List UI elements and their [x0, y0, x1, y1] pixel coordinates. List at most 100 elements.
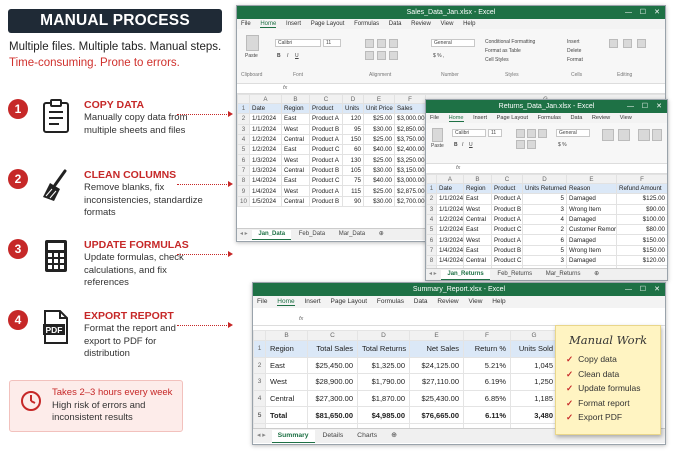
cell[interactable]: 6 [522, 234, 567, 246]
cell[interactable]: 5.21% [463, 356, 511, 375]
cell[interactable]: 1/2/2024 [436, 224, 464, 236]
row-number[interactable]: 3 [253, 373, 266, 391]
row-number[interactable]: 1 [237, 102, 250, 115]
menu-file[interactable]: File [241, 21, 251, 27]
col-header[interactable]: B [281, 94, 310, 104]
currency-button[interactable]: $ % [558, 142, 567, 148]
tab-jan-data[interactable]: Jan_Data [252, 230, 292, 240]
cell[interactable]: Product B [491, 244, 523, 257]
autosum-icon[interactable] [609, 39, 618, 48]
cell[interactable]: $25,450.00 [307, 356, 358, 375]
cell[interactable]: $120.00 [616, 255, 667, 267]
cell[interactable]: 95 [342, 123, 364, 135]
cell[interactable]: $25.00 [363, 133, 395, 146]
underline-button[interactable]: U [469, 142, 473, 148]
cell[interactable]: 2 [522, 224, 567, 236]
cell[interactable]: $40.00 [363, 175, 395, 187]
row-number[interactable]: 5 [426, 224, 437, 236]
col-header[interactable]: B [463, 174, 492, 184]
close-icon[interactable]: ✕ [654, 6, 660, 19]
minimize-icon[interactable]: — [625, 283, 632, 296]
col-header[interactable]: E [363, 94, 395, 104]
add-sheet-icon[interactable]: ⊕ [373, 229, 390, 240]
close-icon[interactable]: ✕ [656, 100, 662, 113]
cell[interactable]: Wrong Item [566, 203, 617, 215]
cell[interactable]: Product A [309, 185, 343, 197]
cell[interactable]: East [463, 224, 492, 236]
header-cell[interactable]: Units Sold [510, 340, 558, 358]
wrap-text-icon[interactable] [389, 39, 398, 48]
menu-page-layout[interactable]: Page Layout [497, 115, 528, 121]
row-number[interactable]: 2 [237, 113, 250, 125]
cell[interactable]: $150.00 [616, 244, 667, 257]
row-number[interactable]: 1 [253, 340, 266, 358]
tab-jan-returns[interactable]: Jan_Returns [441, 270, 490, 280]
col-header[interactable]: D [342, 94, 364, 104]
row-number[interactable]: 5 [253, 406, 266, 424]
row-number[interactable]: 7 [237, 164, 250, 177]
conditional-formatting-button[interactable]: Conditional Formatting [485, 39, 535, 45]
menu-view[interactable]: View [620, 115, 632, 121]
cell[interactable]: $24,125.00 [409, 356, 464, 375]
font-name-select[interactable]: Calibri [275, 39, 321, 47]
row-number[interactable]: 3 [237, 123, 250, 135]
row-number[interactable]: 3 [426, 203, 437, 215]
cell[interactable]: 150 [342, 133, 364, 146]
currency-button[interactable]: $ % , [433, 53, 444, 59]
col-header[interactable]: E [409, 330, 464, 341]
cell[interactable]: East [281, 144, 310, 156]
close-icon[interactable]: ✕ [654, 283, 660, 296]
cell[interactable]: $1,870.00 [357, 389, 410, 408]
font-name-select[interactable]: Calibri [452, 129, 486, 137]
cell[interactable]: $1,325.00 [357, 356, 410, 375]
menu-page-layout[interactable]: Page Layout [331, 298, 368, 305]
wrap-text-icon[interactable] [538, 129, 547, 138]
cell[interactable]: Product B [491, 203, 523, 215]
row-number[interactable]: 4 [253, 389, 266, 408]
cell[interactable]: Damaged [566, 234, 617, 246]
cell[interactable]: $30.00 [363, 123, 395, 135]
header-cell[interactable]: Product [309, 102, 343, 115]
formula-bar[interactable]: fx [237, 84, 665, 94]
col-header[interactable]: D [522, 174, 567, 184]
paste-icon[interactable] [432, 128, 443, 142]
row-number[interactable]: 7 [426, 244, 437, 257]
tab-details[interactable]: Details [316, 429, 349, 443]
tab-nav-icon[interactable]: ◂ ▸ [237, 229, 251, 240]
add-sheet-icon[interactable]: ⊕ [385, 429, 403, 443]
align-middle-icon[interactable] [377, 39, 386, 48]
tab-nav-icon[interactable]: ◂ ▸ [426, 269, 440, 280]
cell[interactable]: West [463, 203, 492, 215]
menu-formulas[interactable]: Formulas [377, 298, 404, 305]
cell[interactable]: $3,250.00 [394, 154, 426, 166]
cell[interactable]: $90.00 [616, 203, 667, 215]
cell[interactable]: Damaged [566, 255, 617, 267]
row-number[interactable]: 6 [237, 154, 250, 166]
align-top-icon[interactable] [365, 39, 374, 48]
menu-insert[interactable]: Insert [473, 115, 487, 121]
header-cell[interactable]: Total Returns [357, 340, 410, 358]
cell[interactable]: 90 [342, 195, 364, 207]
window-titlebar[interactable]: Sales_Data_Jan.xlsx - Excel — ☐ ✕ [237, 6, 665, 19]
align-center-icon[interactable] [527, 129, 536, 138]
cell[interactable]: $25.00 [363, 154, 395, 166]
header-cell[interactable]: Net Sales [409, 340, 464, 358]
menu-view[interactable]: View [468, 298, 482, 305]
menu-formulas[interactable]: Formulas [538, 115, 561, 121]
tab-feb-returns[interactable]: Feb_Returns [491, 269, 538, 280]
menu-home[interactable]: Home [277, 298, 295, 306]
cell[interactable]: $80.00 [616, 224, 667, 236]
menu-home[interactable]: Home [448, 115, 464, 122]
cell[interactable]: $1,790.00 [357, 373, 410, 391]
cell[interactable]: Central [281, 195, 310, 207]
row-number[interactable]: 1 [426, 182, 437, 195]
cell[interactable]: 1/3/2024 [249, 154, 282, 166]
number-format-select[interactable]: General [556, 129, 590, 137]
cell[interactable]: East [463, 193, 492, 205]
cell[interactable]: East [281, 113, 310, 125]
cell[interactable]: $25.00 [363, 185, 395, 197]
align-left-icon[interactable] [365, 51, 374, 60]
cell[interactable]: 1/1/2024 [436, 193, 464, 205]
cell[interactable]: 1,045 [510, 356, 558, 375]
menu-view[interactable]: View [441, 21, 454, 27]
